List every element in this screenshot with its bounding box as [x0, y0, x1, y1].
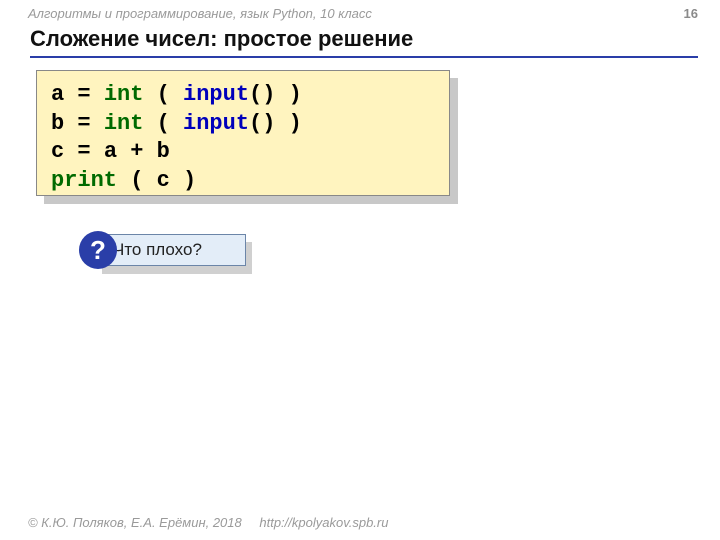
code-token: () ) [249, 82, 302, 107]
code-token: print [51, 168, 117, 193]
slide: Алгоритмы и программирование, язык Pytho… [0, 0, 720, 540]
copyright: © К.Ю. Поляков, Е.А. Ерёмин, 2018 [28, 515, 242, 530]
code-token: input [183, 111, 249, 136]
page-number: 16 [684, 6, 698, 21]
callout-text: Что плохо? [113, 240, 202, 260]
code-token: ( [143, 111, 183, 136]
code-token: input [183, 82, 249, 107]
code-line: a = int ( input() ) [51, 81, 435, 110]
code-token: = [64, 82, 104, 107]
code-token: int [104, 111, 144, 136]
code-token: ( [143, 82, 183, 107]
code-token: c [157, 168, 170, 193]
code-token: () ) [249, 111, 302, 136]
slide-title: Сложение чисел: простое решение [30, 26, 698, 58]
code-listing: a = int ( input() )b = int ( input() )c … [36, 70, 450, 196]
code-line: b = int ( input() ) [51, 110, 435, 139]
code-token: c [51, 139, 64, 164]
course-header: Алгоритмы и программирование, язык Pytho… [28, 6, 372, 21]
code-token: int [104, 82, 144, 107]
footer: © К.Ю. Поляков, Е.А. Ерёмин, 2018 http:/… [28, 515, 388, 530]
code-token: = [64, 139, 104, 164]
footer-url: http://kpolyakov.spb.ru [259, 515, 388, 530]
code-token: b [157, 139, 170, 164]
callout-box: ? Что плохо? [96, 234, 246, 266]
code-token: b [51, 111, 64, 136]
code-block: a = int ( input() )b = int ( input() )c … [36, 70, 450, 196]
code-token: ( [117, 168, 157, 193]
code-token: ) [170, 168, 196, 193]
code-token: a [51, 82, 64, 107]
code-token: = [64, 111, 104, 136]
code-line: c = a + b [51, 138, 435, 167]
code-token: + [117, 139, 157, 164]
question-icon: ? [79, 231, 117, 269]
callout: ? Что плохо? [76, 234, 246, 278]
code-line: print ( c ) [51, 167, 435, 196]
code-token: a [104, 139, 117, 164]
